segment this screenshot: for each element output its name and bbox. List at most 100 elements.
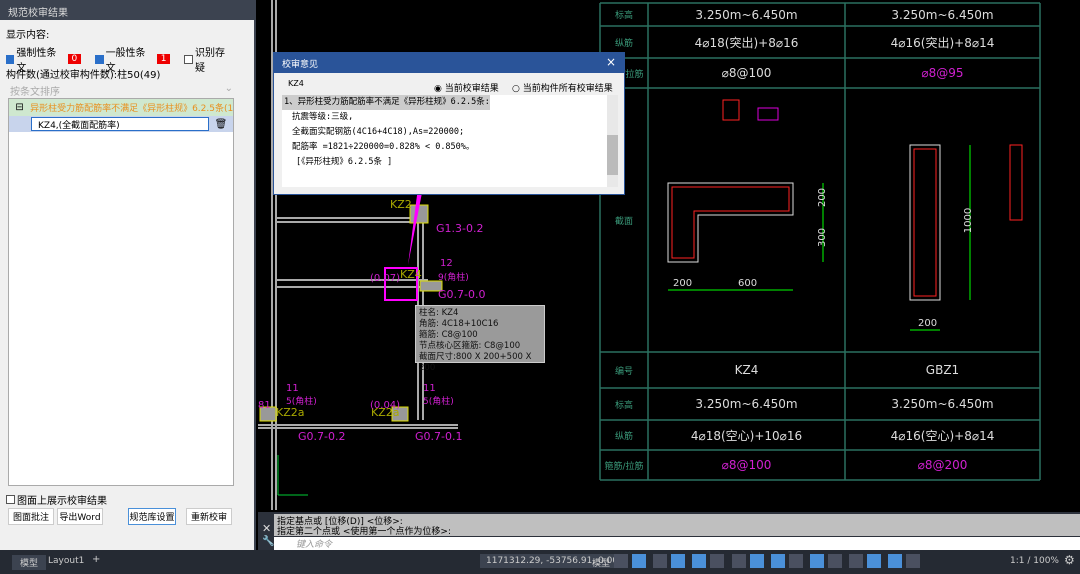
track-icon[interactable] — [731, 554, 746, 568]
scale-dropdown[interactable]: 1:1 / 100% — [1010, 556, 1059, 566]
row-label: 纵筋 — [614, 431, 633, 442]
label-004: (0.04) — [370, 400, 401, 411]
dim: 300 — [817, 227, 829, 248]
cell: ⌀8@100 — [721, 66, 772, 80]
radio-current[interactable]: ◉ 当前校审结果 — [434, 81, 499, 94]
dim: 600 — [738, 278, 758, 289]
otrack-icon[interactable] — [770, 554, 785, 568]
polar-icon[interactable] — [692, 554, 707, 568]
history-line: 指定第二个点或 <使用第一个点作为位移>: — [277, 527, 451, 537]
cell: 3.250m~6.450m — [891, 397, 994, 411]
add-layout-button[interactable]: + — [92, 554, 100, 565]
cell: GBZ1 — [925, 363, 960, 377]
result-tree: ⊟ 异形柱受力筋配筋率不满足《异形柱规》6.2.5条(1... KZ4,(全截面… — [8, 98, 234, 486]
export-word-button[interactable]: 导出Word — [57, 508, 103, 525]
label-kz2a-left: KZ2a — [276, 406, 305, 419]
label-g07-01: G0.7-0.1 — [415, 430, 463, 443]
mandatory-count: 0 — [67, 54, 82, 64]
command-area: ✕ 🔧 指定基点或 [位移(D)] <位移>: 指定第二个点或 <使用第一个点作… — [258, 512, 1080, 550]
cell: 3.250m~6.450m — [695, 7, 798, 22]
transparency-icon[interactable] — [809, 554, 824, 568]
command-input[interactable]: 键入命令 — [274, 537, 1080, 550]
history-line: 指定基点或 [位移(D)] <位移>: — [277, 517, 403, 527]
label-11b: 11 — [423, 383, 436, 394]
tooltip-line: 箍筋: C8@100 — [419, 330, 478, 340]
gizmo-icon[interactable] — [849, 554, 864, 568]
isodraft-icon[interactable] — [710, 554, 725, 568]
sort-select[interactable]: 按条文排序 ⌄ — [8, 83, 233, 98]
label-kz2: KZ2 — [390, 198, 412, 211]
label-g07-00: G0.7-0.0 — [438, 288, 486, 301]
tab-layout1[interactable]: Layout1 — [42, 555, 90, 567]
doubt-label: 识别存疑 — [194, 48, 225, 74]
opinion-text[interactable]: 1、异形柱受力筋配筋率不满足《异形柱规》6.2.5条: 抗震等级:三级, 全截面… — [282, 95, 618, 187]
selection-icon[interactable] — [827, 554, 842, 568]
osnap-icon[interactable] — [749, 554, 764, 568]
opinion-line: [《异形柱规》6.2.5条 ] — [296, 157, 393, 167]
annotation-icon[interactable] — [867, 554, 882, 568]
cell: ⌀8@100 — [721, 458, 772, 472]
radio-all[interactable]: ○ 当前构件所有校审结果 — [512, 81, 613, 94]
cell: ⌀8@95 — [921, 66, 964, 80]
lineweight-icon[interactable] — [788, 554, 803, 568]
grid-icon[interactable] — [614, 554, 628, 568]
label-5b: 5(角柱) — [423, 397, 454, 407]
dim: 1000 — [963, 207, 975, 234]
close-icon[interactable]: ✕ — [262, 522, 271, 535]
panel-title: 规范校审结果 — [0, 0, 254, 20]
cell: KZ4 — [734, 363, 759, 377]
dialog-title: 校审意见 — [282, 60, 319, 70]
tooltip-line: 柱名: KZ4 — [419, 308, 459, 318]
wrench-icon[interactable]: 🔧 — [262, 536, 274, 547]
annotate-button[interactable]: 图面批注 — [8, 508, 54, 525]
label-g13: G1.3-0.2 — [436, 222, 484, 235]
component-tooltip: 柱名: KZ4 角筋: 4C18+10C16 箍筋: C8@100 节点核心区箍… — [415, 305, 545, 373]
dim: 200 — [918, 318, 938, 329]
general-count: 1 — [156, 54, 171, 64]
review-panel: 规范校审结果 显示内容: 强制性条文 0 一般性条文 1 识别存疑 构件数(通过校审… — [0, 0, 256, 550]
tooltip-line: 角筋: 4C18+10C16 — [419, 319, 499, 329]
close-icon[interactable]: × — [606, 55, 616, 69]
collapse-icon[interactable]: ⊟ — [9, 102, 30, 113]
command-history: 指定基点或 [位移(D)] <位移>: 指定第二个点或 <使用第一个点作为位移>… — [274, 514, 1080, 537]
model-space-toggle[interactable]: 模型 — [592, 556, 610, 569]
tab-model[interactable]: 模型 — [12, 555, 47, 570]
tooltip-line: 节点核心区箍筋: C8@100 — [419, 341, 521, 351]
cell: 4⌀16(突出)+8⌀14 — [890, 35, 995, 50]
opinion-line: 全截面实配钢筋(4C16+4C18),As=220000; — [292, 127, 465, 137]
opinion-line: 抗震等级:三级, — [292, 112, 354, 122]
row-label: 编号 — [614, 366, 633, 377]
recheck-button[interactable]: 重新校审 — [186, 508, 232, 525]
dim: 200 — [817, 187, 829, 208]
doubt-checkbox[interactable]: 识别存疑 — [184, 44, 232, 74]
label-11a: 11 — [286, 383, 299, 394]
row-label: 标高 — [614, 11, 633, 21]
library-settings-button[interactable]: 规范库设置 — [128, 508, 176, 525]
label-007: (0.07) — [370, 273, 401, 284]
component-name: KZ4 — [288, 79, 304, 88]
annovisibility-icon[interactable] — [906, 554, 921, 568]
delete-icon[interactable]: 🗑 — [209, 119, 233, 130]
cell: 3.250m~6.450m — [695, 397, 798, 411]
label-9: 9(角柱) — [438, 273, 469, 283]
opinion-line: 配筋率 =1821÷220000=0.828% < 0.850%。 — [292, 142, 475, 152]
tooltip-line: 截面尺寸:800 X 200+500 X 200 — [419, 352, 532, 373]
status-bar: 模型 Layout1 + 1171312.29, -53756.91, 0.00… — [0, 550, 1080, 574]
gear-icon[interactable]: ⚙ — [1064, 553, 1075, 567]
row-label: 箍筋/拉筋 — [604, 461, 644, 472]
tree-group[interactable]: ⊟ 异形柱受力筋配筋率不满足《异形柱规》6.2.5条(1... — [9, 99, 233, 116]
component-count: 构件数(通过校审构件数):柱50(49) — [6, 70, 161, 81]
dim: 200 — [673, 278, 693, 289]
ortho-icon[interactable] — [671, 554, 686, 568]
infer-icon[interactable] — [653, 554, 668, 568]
show-on-drawing-checkbox[interactable]: 图面上展示校审结果 — [6, 492, 107, 507]
snap-icon[interactable] — [632, 554, 646, 568]
scrollbar[interactable] — [607, 95, 618, 187]
tree-item[interactable]: KZ4,(全截面配筋率) 🗑 — [9, 116, 233, 132]
status-toolbar — [612, 554, 922, 568]
annoscale-icon[interactable] — [888, 554, 903, 568]
display-label: 显示内容: — [6, 30, 50, 41]
cell: 4⌀18(空心)+10⌀16 — [690, 428, 803, 443]
label-g07-02: G0.7-0.2 — [298, 430, 346, 443]
opinion-line: 1、异形柱受力筋配筋率不满足《异形柱规》6.2.5条: — [282, 95, 490, 110]
